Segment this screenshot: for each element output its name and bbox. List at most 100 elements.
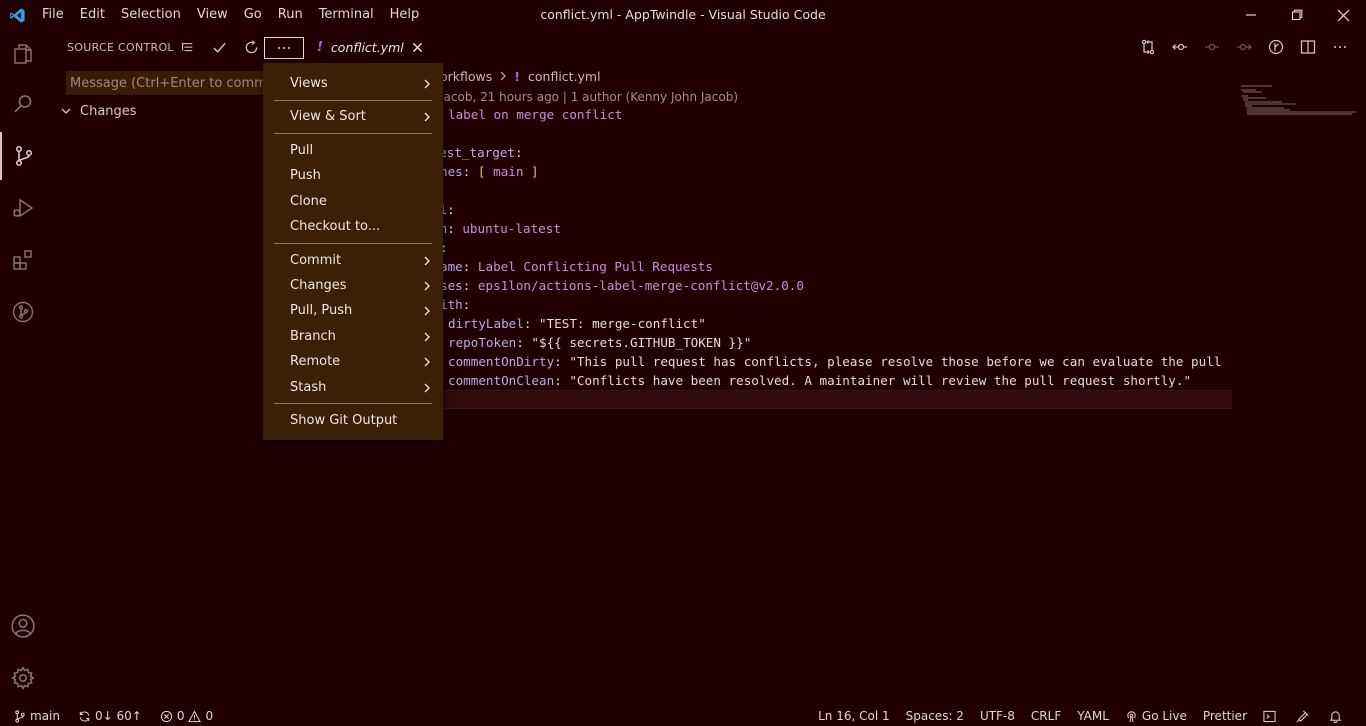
- code-line: repoToken: "${{ secrets.GITHUB_TOKEN }}": [448, 335, 752, 350]
- menu-item-stash[interactable]: Stash: [263, 375, 443, 400]
- split-editor-button[interactable]: [1292, 34, 1324, 60]
- changes-label: Changes: [80, 103, 137, 119]
- breadcrumb-file[interactable]: conflict.yml: [528, 69, 601, 84]
- close-window-button[interactable]: [1320, 0, 1366, 30]
- menu-item-changes[interactable]: Changes: [263, 273, 443, 298]
- file-history-button[interactable]: [1260, 34, 1292, 60]
- refresh-button[interactable]: [235, 36, 267, 60]
- status-encoding[interactable]: UTF-8: [972, 706, 1023, 726]
- status-indentation[interactable]: Spaces: 2: [898, 706, 972, 726]
- status-problems[interactable]: 0 0: [160, 706, 213, 726]
- status-terminal[interactable]: [1255, 706, 1288, 726]
- status-eol[interactable]: CRLF: [1023, 706, 1069, 726]
- history-icon: [1268, 39, 1284, 55]
- gear-icon: [11, 666, 35, 690]
- menu-item-view-sort[interactable]: View & Sort: [263, 104, 443, 129]
- menu-separator: [274, 243, 432, 244]
- editor-actions: [1132, 33, 1356, 61]
- menu-item-views[interactable]: Views: [263, 71, 443, 96]
- manage-button[interactable]: [0, 654, 46, 702]
- search-button[interactable]: [0, 80, 46, 128]
- commit-dot-button[interactable]: [1196, 34, 1228, 60]
- bell-icon: [1329, 710, 1342, 723]
- minimize-button[interactable]: [1228, 0, 1274, 30]
- yaml-file-icon: !: [514, 68, 520, 84]
- sync-counts: 0↓ 60↑: [94, 709, 142, 723]
- status-branch[interactable]: main: [14, 706, 60, 726]
- terminal-icon: [1263, 710, 1276, 722]
- git-blame-codelens[interactable]: Jacob, 21 hours ago | 1 author (Kenny Jo…: [440, 90, 738, 104]
- menu-help[interactable]: Help: [382, 0, 428, 30]
- changes-group[interactable]: Changes: [58, 100, 137, 122]
- menu-item-checkout[interactable]: Checkout to...: [263, 214, 443, 239]
- close-icon: [1337, 9, 1349, 21]
- status-cursor-position[interactable]: Ln 16, Col 1: [810, 706, 898, 726]
- vscode-logo-icon: [0, 0, 34, 30]
- menu-edit[interactable]: Edit: [72, 0, 113, 30]
- chevron-right-icon: [423, 273, 431, 298]
- status-prettier[interactable]: Prettier: [1195, 706, 1255, 726]
- git-branch-icon: [15, 709, 25, 723]
- menu-file[interactable]: File: [34, 0, 72, 30]
- menu-item-push[interactable]: Push: [263, 163, 443, 188]
- explorer-button[interactable]: [0, 30, 46, 78]
- run-debug-button[interactable]: [0, 184, 46, 232]
- minimap[interactable]: [1232, 62, 1366, 706]
- code-line: dirtyLabel: "TEST: merge-conflict": [448, 316, 706, 331]
- next-change-button[interactable]: [1228, 34, 1260, 60]
- search-icon: [14, 95, 32, 113]
- open-changes-button[interactable]: [1132, 34, 1164, 60]
- branch-name: main: [30, 709, 60, 723]
- menu-selection[interactable]: Selection: [113, 0, 189, 30]
- refresh-icon: [245, 40, 257, 54]
- extensions-button[interactable]: [0, 236, 46, 284]
- list-tree-icon: [181, 42, 193, 51]
- status-feedback[interactable]: [1288, 706, 1321, 726]
- menu-item-pull[interactable]: Pull: [263, 138, 443, 163]
- menu-run[interactable]: Run: [270, 0, 311, 30]
- chevron-right-icon: [423, 349, 431, 374]
- more-actions-menu: Views View & Sort Pull Push Clone Checko…: [263, 63, 443, 440]
- previous-change-button[interactable]: [1164, 34, 1196, 60]
- breadcrumb-folder[interactable]: orkflows: [440, 69, 492, 84]
- editor-more-actions-button[interactable]: [1324, 34, 1356, 60]
- status-language[interactable]: YAML: [1069, 706, 1117, 726]
- menu-item-label: Commit: [290, 253, 342, 268]
- status-sync[interactable]: 0↓ 60↑: [78, 706, 142, 726]
- accounts-button[interactable]: [0, 602, 46, 650]
- compare-changes-icon: [1141, 39, 1155, 55]
- code-line: ses: eps1lon/actions-label-merge-conflic…: [440, 278, 804, 293]
- status-go-live[interactable]: Go Live: [1117, 706, 1195, 726]
- menu-item-branch[interactable]: Branch: [263, 324, 443, 349]
- current-line-highlight: [440, 390, 1232, 409]
- menu-item-show-git-output[interactable]: Show Git Output: [263, 408, 443, 433]
- menu-item-label: Clone: [290, 194, 327, 209]
- commit-button[interactable]: [203, 36, 235, 60]
- more-actions-button[interactable]: [264, 36, 304, 59]
- broadcast-icon: [1127, 710, 1136, 722]
- menu-terminal[interactable]: Terminal: [311, 0, 382, 30]
- sidebar-title: SOURCE CONTROL: [67, 41, 174, 54]
- chevron-right-icon: [499, 71, 507, 81]
- source-control-button[interactable]: [0, 132, 46, 180]
- menu-view[interactable]: View: [189, 0, 236, 30]
- title-bar: File Edit Selection View Go Run Terminal…: [0, 0, 1366, 30]
- restore-button[interactable]: [1274, 0, 1320, 30]
- status-notifications[interactable]: [1321, 706, 1354, 726]
- menu-item-pull-push[interactable]: Pull, Push: [263, 298, 443, 323]
- view-as-tree-button[interactable]: [171, 36, 203, 60]
- menu-item-clone[interactable]: Clone: [263, 189, 443, 214]
- error-icon: [160, 710, 172, 722]
- restore-icon: [1291, 9, 1303, 21]
- menu-go[interactable]: Go: [236, 0, 270, 30]
- menu-item-remote[interactable]: Remote: [263, 349, 443, 374]
- tab-conflict-yml[interactable]: ! conflict.yml: [309, 31, 433, 63]
- git-graph-button[interactable]: [0, 288, 46, 336]
- menu-item-commit[interactable]: Commit: [263, 248, 443, 273]
- code-line: ame: Label Conflicting Pull Requests: [440, 259, 713, 274]
- menu-separator: [274, 100, 432, 101]
- tab-close-button[interactable]: [412, 42, 423, 53]
- activity-bar: [0, 30, 46, 706]
- close-icon: [412, 42, 422, 52]
- status-bar: main 0↓ 60↑ 0 0 Ln 16, Col 1 Spaces: 2 U…: [0, 706, 1366, 726]
